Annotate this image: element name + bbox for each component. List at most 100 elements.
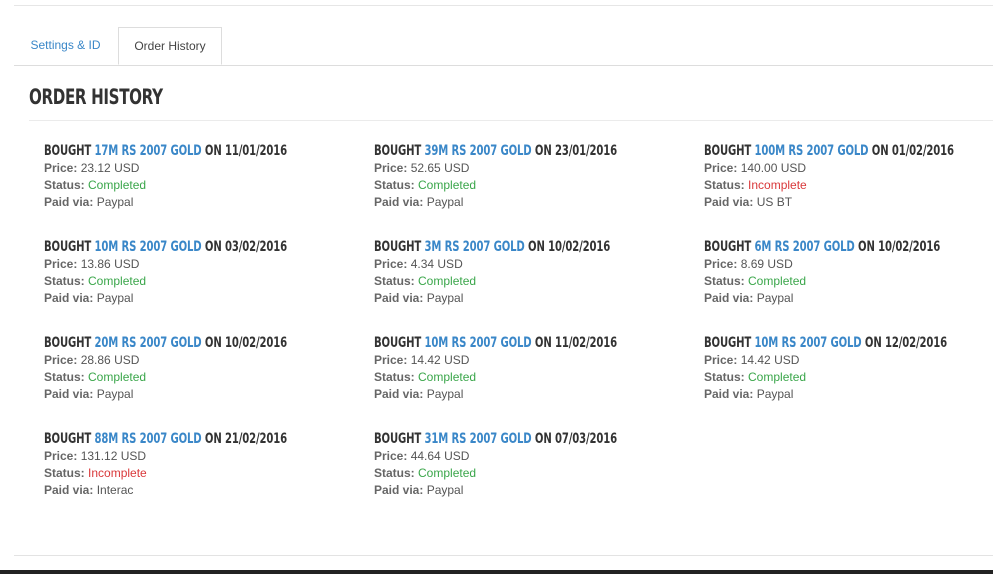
bought-label: Bought <box>374 143 422 159</box>
page-title: Order History <box>29 85 163 109</box>
product-link[interactable]: 6M RS 2007 Gold <box>755 239 855 255</box>
status-line: Status: Completed <box>374 273 704 290</box>
payment-method: Paypal <box>96 387 134 401</box>
price-line: Price: 23.12 USD <box>44 160 374 177</box>
status-value: Completed <box>418 274 477 288</box>
status-label: Status: <box>374 274 415 288</box>
order-title: Bought 88M RS 2007 Gold on 21/02/2016 <box>44 430 287 448</box>
product-link[interactable]: 10M RS 2007 Gold <box>95 239 202 255</box>
status-value: Completed <box>88 178 147 192</box>
order-date: 07/03/2016 <box>555 431 618 447</box>
order-item: Bought 17M RS 2007 Gold on 11/01/2016 Pri… <box>44 142 374 220</box>
order-date: 11/02/2016 <box>555 335 618 351</box>
payment-method: US BT <box>756 195 793 209</box>
product-link[interactable]: 100M RS 2007 Gold <box>755 143 869 159</box>
order-date: 10/02/2016 <box>225 335 288 351</box>
order-item: Bought 10M RS 2007 Gold on 03/02/2016 Pri… <box>44 238 374 316</box>
payment-method: Paypal <box>426 483 464 497</box>
paid-via-label: Paid via: <box>704 291 754 305</box>
order-title: Bought 3M RS 2007 Gold on 10/02/2016 <box>374 238 612 256</box>
product-link[interactable]: 17M RS 2007 Gold <box>95 143 202 159</box>
bottom-divider <box>14 555 993 556</box>
payment-line: Paid via: Paypal <box>704 290 993 307</box>
price-label: Price: <box>44 449 78 463</box>
product-link[interactable]: 39M RS 2007 Gold <box>425 143 532 159</box>
payment-line: Paid via: Paypal <box>374 290 704 307</box>
order-date: 01/02/2016 <box>891 143 954 159</box>
status-line: Status: Completed <box>44 177 374 194</box>
status-value: Completed <box>418 370 477 384</box>
on-label: on <box>871 143 889 159</box>
bought-label: Bought <box>44 239 92 255</box>
order-title: Bought 6M RS 2007 Gold on 10/02/2016 <box>704 238 940 256</box>
payment-method: Paypal <box>756 387 794 401</box>
product-link[interactable]: 88M RS 2007 Gold <box>95 431 202 447</box>
price-label: Price: <box>374 353 408 367</box>
order-date: 23/01/2016 <box>555 143 618 159</box>
bought-label: Bought <box>374 239 422 255</box>
order-item: Bought 39M RS 2007 Gold on 23/01/2016 Pri… <box>374 142 704 220</box>
status-value: Completed <box>748 370 807 384</box>
order-date: 03/02/2016 <box>225 239 288 255</box>
payment-line: Paid via: Interac <box>44 482 374 499</box>
product-link[interactable]: 10M RS 2007 Gold <box>755 335 862 351</box>
paid-via-label: Paid via: <box>374 291 424 305</box>
status-value: Completed <box>418 466 477 480</box>
order-item: Bought 20M RS 2007 Gold on 10/02/2016 Pri… <box>44 334 374 412</box>
price-line: Price: 140.00 USD <box>704 160 993 177</box>
status-label: Status: <box>374 466 415 480</box>
product-link[interactable]: 10M RS 2007 Gold <box>425 335 532 351</box>
status-value: Completed <box>88 370 147 384</box>
status-label: Status: <box>44 370 85 384</box>
status-label: Status: <box>44 466 85 480</box>
price-value: 14.42 USD <box>410 353 470 367</box>
price-line: Price: 14.42 USD <box>374 352 704 369</box>
price-value: 14.42 USD <box>740 353 800 367</box>
product-link[interactable]: 20M RS 2007 Gold <box>95 335 202 351</box>
payment-line: Paid via: Paypal <box>44 290 374 307</box>
status-line: Status: Completed <box>44 273 374 290</box>
order-item: Bought 88M RS 2007 Gold on 21/02/2016 Pri… <box>44 430 374 508</box>
bought-label: Bought <box>704 143 752 159</box>
price-label: Price: <box>44 353 78 367</box>
tab-settings-id[interactable]: Settings & ID <box>14 27 117 64</box>
payment-line: Paid via: Paypal <box>374 386 704 403</box>
product-link[interactable]: 3M RS 2007 Gold <box>425 239 525 255</box>
price-line: Price: 4.34 USD <box>374 256 704 273</box>
order-title: Bought 10M RS 2007 Gold on 03/02/2016 <box>44 238 287 256</box>
order-item: Bought 10M RS 2007 Gold on 11/02/2016 Pri… <box>374 334 704 412</box>
payment-method: Paypal <box>96 291 134 305</box>
status-label: Status: <box>44 178 85 192</box>
tab-bar: Settings & ID Order History <box>14 27 993 66</box>
status-line: Status: Completed <box>704 273 993 290</box>
price-label: Price: <box>704 353 738 367</box>
price-value: 8.69 USD <box>740 257 793 271</box>
status-label: Status: <box>374 370 415 384</box>
status-line: Status: Completed <box>704 369 993 386</box>
status-label: Status: <box>704 178 745 192</box>
price-label: Price: <box>44 257 78 271</box>
price-label: Price: <box>44 161 78 175</box>
status-line: Status: Completed <box>374 465 704 482</box>
payment-method: Paypal <box>426 291 464 305</box>
status-value: Completed <box>88 274 147 288</box>
product-link[interactable]: 31M RS 2007 Gold <box>425 431 532 447</box>
status-label: Status: <box>704 370 745 384</box>
tab-order-history[interactable]: Order History <box>118 27 222 65</box>
on-label: on <box>534 335 552 351</box>
price-value: 44.64 USD <box>410 449 470 463</box>
paid-via-label: Paid via: <box>374 387 424 401</box>
on-label: on <box>534 431 552 447</box>
bought-label: Bought <box>704 335 752 351</box>
price-line: Price: 52.65 USD <box>374 160 704 177</box>
order-item: Bought 100M RS 2007 Gold on 01/02/2016 Pr… <box>704 142 993 220</box>
paid-via-label: Paid via: <box>374 195 424 209</box>
status-value: Completed <box>418 178 477 192</box>
paid-via-label: Paid via: <box>374 483 424 497</box>
order-title: Bought 10M RS 2007 Gold on 12/02/2016 <box>704 334 947 352</box>
on-label: on <box>204 335 222 351</box>
order-date: 10/02/2016 <box>548 239 611 255</box>
order-title: Bought 10M RS 2007 Gold on 11/02/2016 <box>374 334 617 352</box>
price-label: Price: <box>374 161 408 175</box>
price-line: Price: 8.69 USD <box>704 256 993 273</box>
